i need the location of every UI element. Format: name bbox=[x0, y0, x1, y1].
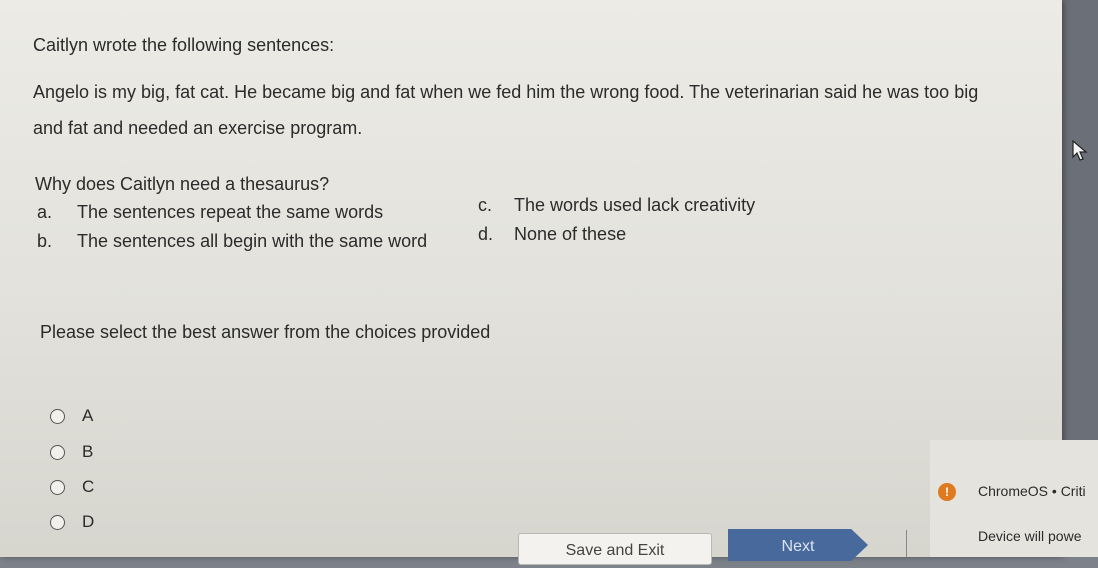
passage-line-1: Angelo is my big, fat cat. He became big… bbox=[33, 82, 979, 102]
choice-a-letter: a. bbox=[37, 202, 53, 222]
question-prompt: Why does Caitlyn need a thesaurus? bbox=[35, 174, 330, 194]
choice-b-letter: b. bbox=[37, 231, 53, 251]
radio-button-d[interactable] bbox=[50, 514, 65, 530]
answer-option-c[interactable]: C bbox=[50, 475, 94, 499]
question-intro: Caitlyn wrote the following sentences: bbox=[33, 35, 335, 55]
answer-label-d: D bbox=[82, 512, 95, 531]
choice-b-text: The sentences all begin with the same wo… bbox=[77, 231, 428, 251]
system-notification[interactable]: ! ChromeOS • Criti Device will powe bbox=[930, 440, 1098, 557]
answer-label-c: C bbox=[82, 477, 95, 496]
answer-option-b[interactable]: B bbox=[50, 440, 93, 464]
notification-title: ChromeOS • Criti bbox=[978, 483, 1086, 499]
passage-line-2: and fat and needed an exercise program. bbox=[33, 118, 363, 138]
choice-d-text: None of these bbox=[514, 224, 627, 244]
mouse-cursor-icon bbox=[1072, 140, 1088, 161]
answer-option-a[interactable]: A bbox=[50, 404, 93, 428]
notification-body: Device will powe bbox=[978, 528, 1082, 544]
choice-c-text: The words used lack creativity bbox=[514, 195, 756, 215]
answer-label-b: B bbox=[82, 442, 94, 461]
answer-option-d[interactable]: D bbox=[50, 510, 94, 534]
save-and-exit-button[interactable]: Save and Exit bbox=[518, 533, 712, 565]
radio-button-c[interactable] bbox=[50, 479, 65, 495]
radio-button-a[interactable] bbox=[50, 408, 65, 424]
next-button[interactable]: Next bbox=[728, 529, 868, 561]
alert-icon: ! bbox=[938, 483, 956, 501]
footer-divider bbox=[906, 530, 907, 557]
radio-button-b[interactable] bbox=[50, 444, 65, 460]
choice-a-text: The sentences repeat the same words bbox=[77, 202, 384, 222]
choice-d-letter: d. bbox=[478, 224, 494, 244]
question-page: Caitlyn wrote the following sentences: A… bbox=[0, 0, 1062, 565]
instruction-text: Please select the best answer from the c… bbox=[40, 322, 491, 342]
choice-c-letter: c. bbox=[478, 195, 493, 215]
answer-label-a: A bbox=[82, 406, 94, 425]
right-edge bbox=[1062, 0, 1098, 440]
